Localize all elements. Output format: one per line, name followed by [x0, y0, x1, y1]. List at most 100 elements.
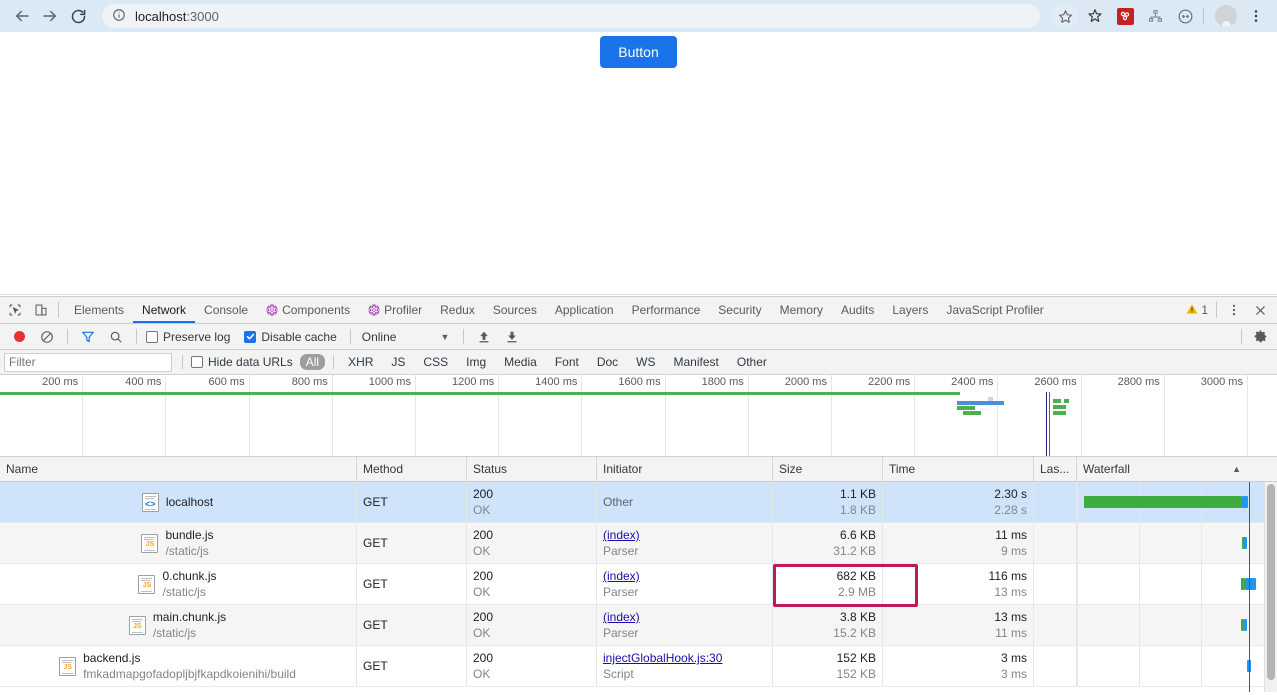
back-arrow-icon[interactable] [8, 2, 36, 30]
size-uncompressed: 152 KB [836, 667, 876, 681]
type-filter-media[interactable]: Media [498, 354, 543, 370]
kebab-menu-icon[interactable] [1243, 3, 1269, 29]
scrollbar-thumb[interactable] [1267, 484, 1275, 680]
devtools-tab-application[interactable]: Application [546, 297, 623, 323]
column-header-time[interactable]: Time [883, 456, 1034, 482]
forward-arrow-icon[interactable] [36, 2, 64, 30]
search-magnifier-icon[interactable] [103, 325, 129, 349]
type-filter-other[interactable]: Other [731, 354, 773, 370]
bookmark-star-icon[interactable] [1052, 3, 1078, 29]
type-filter-xhr[interactable]: XHR [342, 354, 379, 370]
network-overview-timeline[interactable]: 200 ms 400 ms 600 ms 800 ms 1000 ms 1200 ms 14… [0, 375, 1277, 457]
kebab-menu-icon[interactable] [1221, 298, 1247, 322]
type-filter-manifest[interactable]: Manifest [668, 354, 725, 370]
throttle-select[interactable]: Online ▼ [358, 330, 450, 344]
disable-cache-box [244, 330, 257, 343]
table-row[interactable]: JS main.chunk.js/static/js GET 200 OK (index)… [0, 605, 1264, 646]
warning-chip[interactable]: 1 [1182, 303, 1212, 318]
waterfall-bar[interactable] [1245, 578, 1256, 590]
clear-no-entry-icon[interactable] [34, 325, 60, 349]
devtools-tab-audits[interactable]: Audits [832, 297, 883, 323]
table-row[interactable]: JS bundle.js/static/js GET 200 OK (index) Pars… [0, 523, 1264, 564]
toolbar-divider [67, 329, 68, 344]
upload-har-icon[interactable] [471, 325, 497, 349]
preserve-log-label: Preserve log [163, 329, 231, 344]
waterfall-bar[interactable] [1084, 496, 1242, 508]
devtools-tab-elements[interactable]: Elements [65, 297, 133, 323]
initiator-link[interactable]: (index) [603, 609, 766, 625]
column-header-las[interactable]: Las... [1034, 456, 1077, 482]
devtools-tab-sources[interactable]: Sources [484, 297, 546, 323]
inspect-element-icon[interactable] [2, 298, 28, 322]
column-header-waterfall[interactable]: Waterfall ▲ [1077, 457, 1263, 482]
devtools-tab-memory[interactable]: Memory [771, 297, 832, 323]
type-filter-js[interactable]: JS [385, 354, 411, 370]
record-button-icon[interactable] [6, 325, 32, 349]
waterfall-end-line [1249, 482, 1250, 692]
table-row[interactable]: JS 0.chunk.js/static/js GET 200 OK (index) Par… [0, 564, 1264, 605]
type-filter-ws[interactable]: WS [630, 354, 661, 370]
column-header-status[interactable]: Status [467, 456, 597, 482]
download-har-icon[interactable] [499, 325, 525, 349]
column-header-method[interactable]: Method [357, 456, 467, 482]
overview-bar [988, 397, 993, 401]
search-input[interactable] [4, 352, 172, 372]
column-header-initiator[interactable]: Initiator [597, 456, 773, 482]
cell-status: 200 OK [467, 482, 597, 522]
devtools-tab-network[interactable]: Network [133, 297, 195, 323]
disable-cache-checkbox[interactable]: Disable cache [244, 330, 337, 344]
hide-data-urls-checkbox[interactable]: Hide data URLs [191, 355, 293, 369]
column-header-size[interactable]: Size [773, 456, 883, 482]
sitemap-icon[interactable] [1142, 3, 1168, 29]
devtools-tab-performance[interactable]: Performance [623, 297, 710, 323]
waterfall-gridline [1201, 646, 1202, 686]
initiator-link[interactable]: (index) [603, 568, 766, 584]
close-x-icon[interactable] [1247, 298, 1273, 322]
info-circle-icon[interactable] [112, 8, 126, 25]
devtools-tab-label: Redux [440, 303, 475, 317]
column-header-name[interactable]: Name [0, 456, 357, 482]
table-row[interactable]: <> localhost GET 200 OK Other 1.1 KB 1.8 KB 2.30… [0, 482, 1264, 523]
type-filter-css[interactable]: CSS [417, 354, 454, 370]
page-button[interactable]: Button [600, 36, 677, 68]
devtools-tab-components[interactable]: Components [257, 297, 359, 323]
preserve-log-checkbox[interactable]: Preserve log [146, 330, 230, 344]
toolbar-divider-2 [136, 329, 137, 344]
waterfall-bar[interactable] [1242, 496, 1248, 508]
gear-icon[interactable] [1247, 325, 1273, 349]
cell-time: 116 ms 13 ms [883, 564, 1034, 604]
address-bar[interactable]: localhost:3000 [102, 4, 1040, 28]
initiator-link[interactable]: (index) [603, 527, 766, 543]
type-filter-font[interactable]: Font [549, 354, 585, 370]
waterfall-bar[interactable] [1244, 619, 1247, 631]
funnel-filter-icon[interactable] [75, 325, 101, 349]
vertical-scrollbar[interactable] [1264, 482, 1277, 692]
extension-star-icon[interactable] [1082, 3, 1108, 29]
type-filter-all[interactable]: All [299, 354, 326, 370]
devtools-tab-label: Sources [492, 303, 537, 317]
device-toolbar-icon[interactable] [28, 298, 54, 322]
initiator-link[interactable]: injectGlobalHook.js:30 [603, 650, 766, 666]
waterfall-gridline [1201, 564, 1202, 604]
time-total: 2.30 s [994, 487, 1027, 501]
react-devtools-icon[interactable] [1172, 3, 1198, 29]
warning-count: 1 [1201, 303, 1208, 317]
devtools-tab-redux[interactable]: Redux [431, 297, 484, 323]
waterfall-bar[interactable] [1244, 537, 1247, 549]
devtools-tab-security[interactable]: Security [709, 297, 770, 323]
sort-ascending-icon[interactable]: ▲ [1232, 457, 1241, 482]
type-filter-img[interactable]: Img [460, 354, 492, 370]
cell-name: JS 0.chunk.js/static/js [0, 564, 357, 604]
profile-avatar-icon[interactable] [1213, 3, 1239, 29]
document-icon: <> [141, 492, 159, 512]
red-extension-icon[interactable] [1112, 3, 1138, 29]
overview-tick-label: 2400 ms [951, 376, 994, 388]
devtools-tab-javascript-profiler[interactable]: JavaScript Profiler [937, 297, 1052, 323]
overview-tick-label: 1000 ms [368, 376, 411, 388]
devtools-tab-profiler[interactable]: Profiler [359, 297, 431, 323]
devtools-tab-layers[interactable]: Layers [883, 297, 937, 323]
reload-icon[interactable] [64, 2, 92, 30]
type-filter-doc[interactable]: Doc [591, 354, 624, 370]
devtools-tab-console[interactable]: Console [195, 297, 257, 323]
table-row[interactable]: JS backend.js fmkadmapgofadopljbjfkapdkoie… [0, 646, 1264, 687]
